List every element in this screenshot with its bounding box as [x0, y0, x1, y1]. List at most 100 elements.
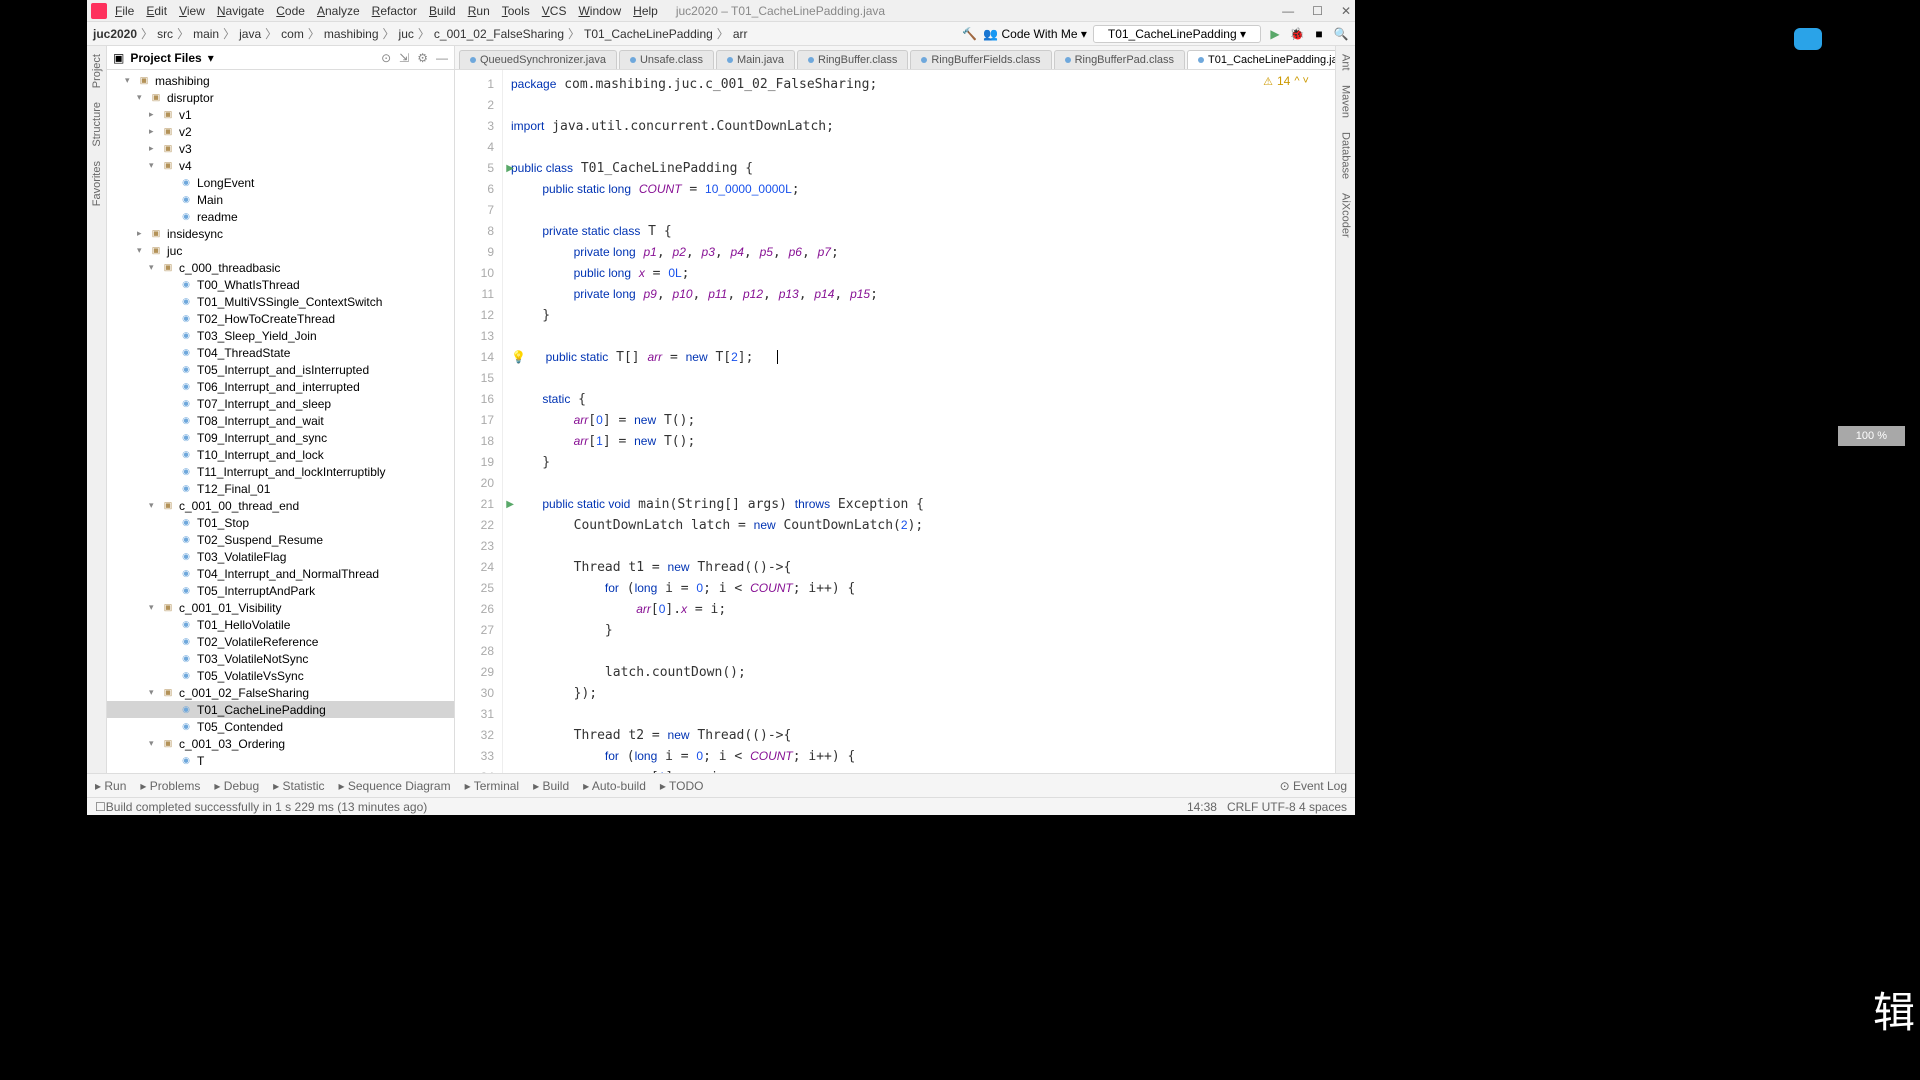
- event-log-button[interactable]: ⊙ Event Log: [1280, 779, 1347, 793]
- menu-help[interactable]: Help: [633, 4, 658, 18]
- breadcrumb-item[interactable]: juc: [399, 27, 414, 41]
- tree-node[interactable]: ◉T04_ThreadState: [107, 344, 454, 361]
- menu-refactor[interactable]: Refactor: [372, 4, 417, 18]
- bottom-tab-statistic[interactable]: ▸ Statistic: [273, 779, 324, 793]
- tree-node[interactable]: ▸▣insidesync: [107, 225, 454, 242]
- tree-node[interactable]: ◉T01_MultiVSSingle_ContextSwitch: [107, 293, 454, 310]
- tree-node[interactable]: ◉Main: [107, 191, 454, 208]
- sidebar-aixcoder[interactable]: AiXcoder: [1340, 193, 1352, 238]
- breadcrumb-item[interactable]: main: [193, 27, 219, 41]
- minimize-icon[interactable]: —: [1282, 4, 1294, 18]
- gear-icon[interactable]: ⚙: [417, 51, 428, 65]
- editor-tab[interactable]: T01_CacheLinePadding.java: [1187, 50, 1335, 69]
- sidebar-database[interactable]: Database: [1340, 132, 1352, 179]
- tree-node[interactable]: ◉T01_Stop: [107, 514, 454, 531]
- editor-tab[interactable]: RingBufferFields.class: [910, 50, 1051, 69]
- project-view-select[interactable]: Project Files: [130, 51, 201, 65]
- breadcrumb-item[interactable]: juc2020: [93, 27, 137, 41]
- tree-node[interactable]: ◉T06_Interrupt_and_interrupted: [107, 378, 454, 395]
- bottom-tab-run[interactable]: ▸ Run: [95, 779, 126, 793]
- target-icon[interactable]: ⊙: [381, 51, 391, 65]
- tree-node[interactable]: ◉T00_WhatIsThread: [107, 276, 454, 293]
- breadcrumb-item[interactable]: mashibing: [324, 27, 379, 41]
- breadcrumb-item[interactable]: java: [239, 27, 261, 41]
- tree-node[interactable]: ▾▣c_001_02_FalseSharing: [107, 684, 454, 701]
- menu-navigate[interactable]: Navigate: [217, 4, 264, 18]
- tree-node[interactable]: ◉T02_HowToCreateThread: [107, 310, 454, 327]
- tree-node[interactable]: ▸▣v1: [107, 106, 454, 123]
- debug-icon[interactable]: 🐞: [1289, 26, 1305, 42]
- inspection-badge[interactable]: ⚠ 14 ^ ˅: [1263, 74, 1309, 88]
- tree-node[interactable]: ◉T12_Final_01: [107, 480, 454, 497]
- menu-build[interactable]: Build: [429, 4, 456, 18]
- breadcrumb-item[interactable]: arr: [733, 27, 748, 41]
- project-tree[interactable]: ▾▣mashibing▾▣disruptor▸▣v1▸▣v2▸▣v3▾▣v4◉L…: [107, 70, 454, 773]
- tree-node[interactable]: ◉T05_Interrupt_and_isInterrupted: [107, 361, 454, 378]
- tree-node[interactable]: ▾▣juc: [107, 242, 454, 259]
- hide-icon[interactable]: —: [436, 51, 448, 65]
- tree-node[interactable]: ◉T03_VolatileNotSync: [107, 650, 454, 667]
- code-with-me-button[interactable]: 👥 Code With Me ▾: [983, 27, 1087, 41]
- bottom-tab-terminal[interactable]: ▸ Terminal: [465, 779, 520, 793]
- sidebar-project[interactable]: Project: [91, 54, 103, 88]
- run-icon[interactable]: ▶: [1267, 26, 1283, 42]
- tree-node[interactable]: ◉T05_Contended: [107, 718, 454, 735]
- editor-tab[interactable]: Unsafe.class: [619, 50, 714, 69]
- tree-node[interactable]: ◉T02_Suspend_Resume: [107, 531, 454, 548]
- tree-node[interactable]: ▾▣c_001_00_thread_end: [107, 497, 454, 514]
- run-line-icon[interactable]: ▶: [506, 158, 514, 179]
- breadcrumb-item[interactable]: c_001_02_FalseSharing: [434, 27, 564, 41]
- sidebar-ant[interactable]: Ant: [1340, 54, 1352, 71]
- tree-node[interactable]: ◉T01_HelloVolatile: [107, 616, 454, 633]
- menu-window[interactable]: Window: [578, 4, 621, 18]
- breadcrumb-item[interactable]: src: [157, 27, 173, 41]
- bottom-tab-auto-build[interactable]: ▸ Auto-build: [583, 779, 646, 793]
- editor-tab[interactable]: RingBufferPad.class: [1054, 50, 1185, 69]
- stop-icon[interactable]: ■: [1311, 26, 1327, 42]
- close-icon[interactable]: ✕: [1341, 4, 1351, 18]
- menu-vcs[interactable]: VCS: [542, 4, 567, 18]
- tree-node[interactable]: ▾▣v4: [107, 157, 454, 174]
- run-line-icon[interactable]: ▶: [506, 494, 514, 515]
- menu-view[interactable]: View: [179, 4, 205, 18]
- menu-code[interactable]: Code: [276, 4, 305, 18]
- tree-node[interactable]: ◉T08_Interrupt_and_wait: [107, 412, 454, 429]
- search-icon[interactable]: 🔍: [1333, 26, 1349, 42]
- menu-file[interactable]: File: [115, 4, 134, 18]
- tree-node[interactable]: ◉T05_VolatileVsSync: [107, 667, 454, 684]
- breadcrumb-item[interactable]: com: [281, 27, 304, 41]
- tree-node[interactable]: ◉T01_CacheLinePadding: [107, 701, 454, 718]
- editor-tabs[interactable]: QueuedSynchronizer.javaUnsafe.classMain.…: [455, 46, 1335, 70]
- tree-node[interactable]: ▸▣v3: [107, 140, 454, 157]
- main-menu[interactable]: FileEditViewNavigateCodeAnalyzeRefactorB…: [115, 4, 658, 18]
- breadcrumb-item[interactable]: T01_CacheLinePadding: [584, 27, 713, 41]
- bottom-tab-todo[interactable]: ▸ TODO: [660, 779, 704, 793]
- editor-tab[interactable]: RingBuffer.class: [797, 50, 908, 69]
- bottom-tab-build[interactable]: ▸ Build: [533, 779, 569, 793]
- editor-tab[interactable]: Main.java: [716, 50, 795, 69]
- tree-node[interactable]: ◉T07_Interrupt_and_sleep: [107, 395, 454, 412]
- tree-node[interactable]: ◉LongEvent: [107, 174, 454, 191]
- bottom-tab-debug[interactable]: ▸ Debug: [214, 779, 259, 793]
- sidebar-maven[interactable]: Maven: [1340, 85, 1352, 118]
- tree-node[interactable]: ◉T11_Interrupt_and_lockInterruptibly: [107, 463, 454, 480]
- tree-node[interactable]: ◉T03_VolatileFlag: [107, 548, 454, 565]
- tree-node[interactable]: ◉T05_InterruptAndPark: [107, 582, 454, 599]
- tree-node[interactable]: ◉T03_Sleep_Yield_Join: [107, 327, 454, 344]
- bottom-tab-sequence-diagram[interactable]: ▸ Sequence Diagram: [339, 779, 451, 793]
- code-editor[interactable]: package com.mashibing.juc.c_001_02_False…: [503, 70, 1335, 773]
- tree-node[interactable]: ◉T02_VolatileReference: [107, 633, 454, 650]
- collapse-icon[interactable]: ⇲: [399, 51, 409, 65]
- editor-tab[interactable]: QueuedSynchronizer.java: [459, 50, 617, 69]
- menu-analyze[interactable]: Analyze: [317, 4, 360, 18]
- tree-node[interactable]: ▾▣c_001_01_Visibility: [107, 599, 454, 616]
- tree-node[interactable]: ◉T04_Interrupt_and_NormalThread: [107, 565, 454, 582]
- bottom-toolbar[interactable]: ▸ Run▸ Problems▸ Debug▸ Statistic▸ Seque…: [87, 773, 1355, 797]
- sidebar-favorites[interactable]: Favorites: [91, 161, 103, 206]
- tree-node[interactable]: ◉T10_Interrupt_and_lock: [107, 446, 454, 463]
- sidebar-structure[interactable]: Structure: [91, 102, 103, 147]
- menu-run[interactable]: Run: [468, 4, 490, 18]
- tree-node[interactable]: ◉T09_Interrupt_and_sync: [107, 429, 454, 446]
- tree-node[interactable]: ▸▣v2: [107, 123, 454, 140]
- maximize-icon[interactable]: ☐: [1312, 4, 1323, 18]
